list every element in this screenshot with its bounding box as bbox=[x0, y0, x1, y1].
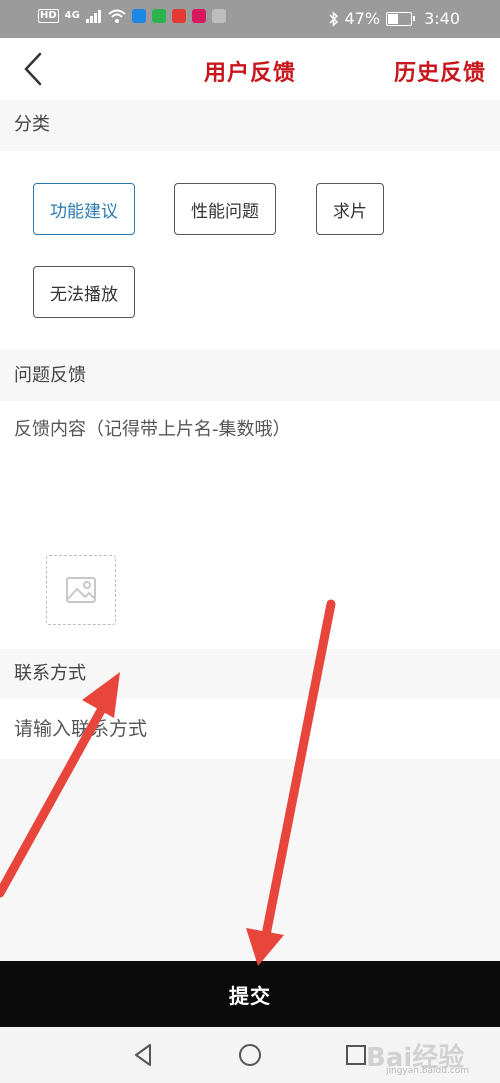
app-notification-icon bbox=[191, 9, 206, 23]
system-nav-bar: Bai经验 jingyan.baidu.com bbox=[0, 1027, 500, 1083]
app-notification-icon bbox=[171, 9, 186, 23]
bluetooth-icon bbox=[328, 10, 338, 27]
app-notification-icon bbox=[151, 9, 166, 23]
category-chips: 功能建议 性能问题 求片 无法播放 bbox=[0, 151, 500, 349]
blank-space bbox=[0, 759, 500, 961]
feedback-textarea[interactable]: 反馈内容（记得带上片名-集数哦） bbox=[14, 415, 291, 441]
contact-area bbox=[0, 699, 500, 759]
image-icon bbox=[66, 577, 96, 603]
battery-percent: 47% bbox=[344, 9, 381, 28]
category-header: 分类 bbox=[0, 100, 500, 150]
app-notification-icon bbox=[211, 9, 226, 23]
wifi-icon bbox=[108, 9, 126, 23]
chip-request-video[interactable]: 求片 bbox=[316, 183, 384, 235]
hd-badge: HD bbox=[38, 9, 59, 23]
feedback-area: 反馈内容（记得带上片名-集数哦） bbox=[0, 401, 500, 649]
chip-cannot-play[interactable]: 无法播放 bbox=[33, 266, 135, 318]
submit-button[interactable]: 提交 bbox=[0, 961, 500, 1027]
triangle-back-icon[interactable] bbox=[130, 1041, 158, 1069]
clock: 3:40 bbox=[424, 9, 460, 28]
contact-header: 联系方式 bbox=[0, 649, 500, 699]
watermark-url: jingyan.baidu.com bbox=[386, 1066, 470, 1076]
app-notification-icon bbox=[131, 9, 146, 23]
status-bar: HD 4G 47% 3:40 bbox=[0, 0, 500, 38]
baidu-jingyan-watermark: Bai经验 jingyan.baidu.com bbox=[366, 1033, 486, 1079]
chip-feature-suggestion[interactable]: 功能建议 bbox=[33, 183, 135, 235]
feedback-header: 问题反馈 bbox=[0, 350, 500, 401]
chip-performance-issue[interactable]: 性能问题 bbox=[174, 183, 276, 235]
network-type: 4G bbox=[64, 10, 80, 21]
upload-image-button[interactable] bbox=[46, 555, 116, 625]
battery-icon bbox=[386, 11, 416, 26]
history-feedback-link[interactable]: 历史反馈 bbox=[394, 55, 486, 87]
signal-icon bbox=[85, 10, 101, 23]
nav-bar: 用户反馈 历史反馈 bbox=[0, 38, 500, 100]
circle-home-icon[interactable] bbox=[236, 1041, 264, 1069]
contact-input[interactable] bbox=[14, 711, 484, 747]
